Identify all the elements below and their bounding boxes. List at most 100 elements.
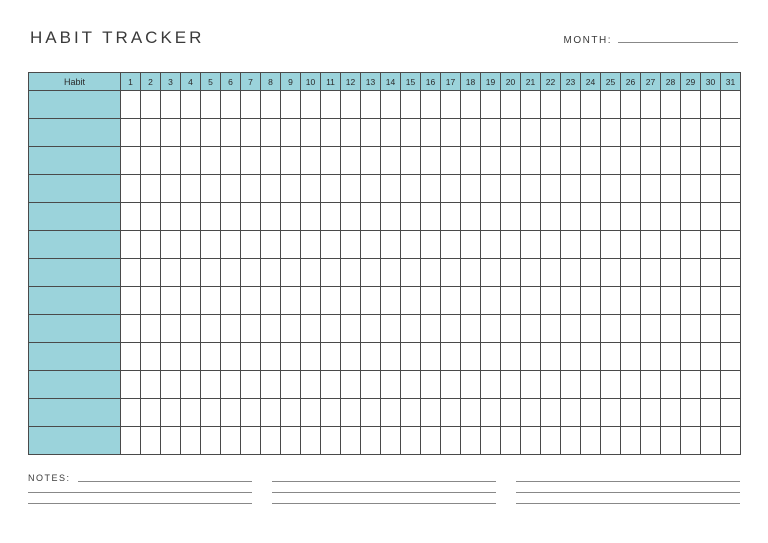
day-cell[interactable]	[521, 427, 541, 455]
day-cell[interactable]	[541, 287, 561, 315]
day-cell[interactable]	[401, 343, 421, 371]
day-cell[interactable]	[621, 371, 641, 399]
day-cell[interactable]	[621, 315, 641, 343]
day-cell[interactable]	[341, 315, 361, 343]
day-cell[interactable]	[481, 147, 501, 175]
day-cell[interactable]	[661, 343, 681, 371]
day-cell[interactable]	[321, 371, 341, 399]
day-cell[interactable]	[661, 259, 681, 287]
day-cell[interactable]	[481, 287, 501, 315]
day-cell[interactable]	[361, 259, 381, 287]
day-cell[interactable]	[161, 203, 181, 231]
day-cell[interactable]	[141, 203, 161, 231]
day-cell[interactable]	[341, 119, 361, 147]
day-cell[interactable]	[561, 287, 581, 315]
day-cell[interactable]	[721, 147, 741, 175]
day-cell[interactable]	[521, 147, 541, 175]
habit-name-cell[interactable]	[29, 203, 121, 231]
day-cell[interactable]	[381, 343, 401, 371]
day-cell[interactable]	[441, 315, 461, 343]
day-cell[interactable]	[441, 119, 461, 147]
habit-name-cell[interactable]	[29, 147, 121, 175]
day-cell[interactable]	[241, 203, 261, 231]
day-cell[interactable]	[541, 259, 561, 287]
day-cell[interactable]	[641, 231, 661, 259]
day-cell[interactable]	[221, 231, 241, 259]
day-cell[interactable]	[301, 399, 321, 427]
day-cell[interactable]	[281, 119, 301, 147]
day-cell[interactable]	[441, 147, 461, 175]
day-cell[interactable]	[221, 259, 241, 287]
day-cell[interactable]	[681, 203, 701, 231]
day-cell[interactable]	[641, 259, 661, 287]
day-cell[interactable]	[201, 203, 221, 231]
day-cell[interactable]	[721, 203, 741, 231]
day-cell[interactable]	[701, 343, 721, 371]
day-cell[interactable]	[401, 231, 421, 259]
day-cell[interactable]	[541, 343, 561, 371]
habit-name-cell[interactable]	[29, 91, 121, 119]
day-cell[interactable]	[221, 119, 241, 147]
day-cell[interactable]	[221, 371, 241, 399]
day-cell[interactable]	[581, 287, 601, 315]
day-cell[interactable]	[501, 203, 521, 231]
day-cell[interactable]	[381, 315, 401, 343]
day-cell[interactable]	[481, 315, 501, 343]
day-cell[interactable]	[361, 371, 381, 399]
day-cell[interactable]	[241, 259, 261, 287]
day-cell[interactable]	[341, 91, 361, 119]
habit-name-cell[interactable]	[29, 427, 121, 455]
day-cell[interactable]	[141, 147, 161, 175]
day-cell[interactable]	[461, 259, 481, 287]
day-cell[interactable]	[321, 147, 341, 175]
day-cell[interactable]	[481, 427, 501, 455]
day-cell[interactable]	[521, 231, 541, 259]
day-cell[interactable]	[481, 399, 501, 427]
note-line[interactable]	[272, 481, 496, 482]
day-cell[interactable]	[561, 175, 581, 203]
day-cell[interactable]	[241, 371, 261, 399]
day-cell[interactable]	[561, 259, 581, 287]
day-cell[interactable]	[301, 119, 321, 147]
day-cell[interactable]	[201, 119, 221, 147]
day-cell[interactable]	[121, 371, 141, 399]
day-cell[interactable]	[641, 147, 661, 175]
day-cell[interactable]	[181, 343, 201, 371]
day-cell[interactable]	[661, 427, 681, 455]
day-cell[interactable]	[161, 343, 181, 371]
day-cell[interactable]	[701, 231, 721, 259]
day-cell[interactable]	[681, 343, 701, 371]
day-cell[interactable]	[601, 91, 621, 119]
day-cell[interactable]	[281, 175, 301, 203]
day-cell[interactable]	[401, 175, 421, 203]
day-cell[interactable]	[701, 315, 721, 343]
day-cell[interactable]	[641, 371, 661, 399]
day-cell[interactable]	[161, 175, 181, 203]
day-cell[interactable]	[141, 399, 161, 427]
day-cell[interactable]	[201, 259, 221, 287]
day-cell[interactable]	[661, 315, 681, 343]
day-cell[interactable]	[341, 147, 361, 175]
day-cell[interactable]	[641, 343, 661, 371]
note-line[interactable]	[272, 492, 496, 493]
day-cell[interactable]	[141, 371, 161, 399]
day-cell[interactable]	[221, 427, 241, 455]
day-cell[interactable]	[681, 427, 701, 455]
day-cell[interactable]	[701, 371, 721, 399]
day-cell[interactable]	[501, 175, 521, 203]
day-cell[interactable]	[321, 315, 341, 343]
habit-name-cell[interactable]	[29, 399, 121, 427]
day-cell[interactable]	[441, 287, 461, 315]
day-cell[interactable]	[441, 371, 461, 399]
day-cell[interactable]	[661, 371, 681, 399]
day-cell[interactable]	[121, 259, 141, 287]
day-cell[interactable]	[481, 175, 501, 203]
day-cell[interactable]	[581, 175, 601, 203]
day-cell[interactable]	[141, 91, 161, 119]
day-cell[interactable]	[401, 427, 421, 455]
habit-name-cell[interactable]	[29, 315, 121, 343]
day-cell[interactable]	[561, 91, 581, 119]
day-cell[interactable]	[121, 175, 141, 203]
day-cell[interactable]	[601, 175, 621, 203]
day-cell[interactable]	[521, 175, 541, 203]
